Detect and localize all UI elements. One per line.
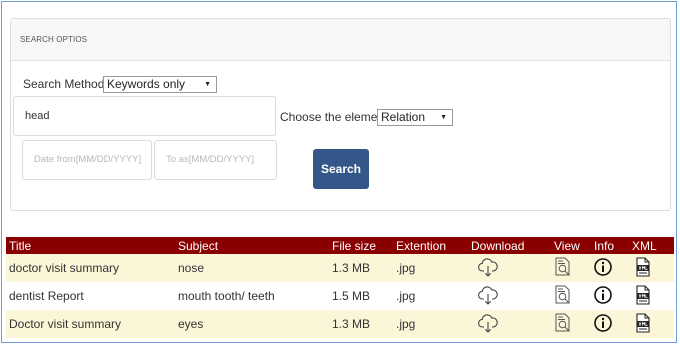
cloud-download-icon[interactable] [477, 284, 499, 306]
table-row: doctor visit summary nose 1.3 MB .jpg [6, 254, 674, 282]
header-view: View [551, 237, 591, 254]
cell-extension: .jpg [393, 310, 468, 338]
table-row: Doctor visit summary eyes 1.3 MB .jpg [6, 310, 674, 338]
cell-view [551, 282, 591, 310]
cell-download [468, 282, 551, 310]
table-row: dentist Report mouth tooth/ teeth 1.5 MB… [6, 282, 674, 310]
header-subject[interactable]: Subject [175, 237, 329, 254]
cell-view [551, 310, 591, 338]
header-info: Info [591, 237, 629, 254]
cloud-download-icon[interactable] [477, 256, 499, 278]
element-value: Relation [381, 110, 426, 124]
header-extension[interactable]: Extention [393, 237, 468, 254]
document-search-icon[interactable] [553, 312, 573, 334]
keyword-value: head [25, 110, 50, 122]
xml-file-icon[interactable] [635, 312, 651, 333]
cell-extension: .jpg [393, 282, 468, 310]
date-to-input[interactable]: To as[MM/DD/YYYY] [154, 140, 277, 180]
search-button[interactable]: Search [313, 149, 369, 189]
cell-download [468, 310, 551, 338]
cell-file-size: 1.5 MB [329, 282, 393, 310]
cell-title: doctor visit summary [6, 254, 175, 282]
dropdown-arrow-icon: ▼ [440, 114, 447, 121]
header-xml: XML [629, 237, 674, 254]
cell-view [551, 254, 591, 282]
cell-subject: mouth tooth/ teeth [175, 282, 329, 310]
date-from-input[interactable]: Date from[MM/DD/YYYY] [22, 140, 152, 180]
cell-info [591, 310, 629, 338]
choose-element-label: Choose the element: [280, 110, 391, 124]
cell-subject: eyes [175, 310, 329, 338]
search-method-value: Keywords only [107, 77, 186, 91]
results-table: Title Subject File size Extention Downlo… [6, 237, 674, 338]
search-method-label: Search Method [23, 77, 105, 91]
search-method-select[interactable]: Keywords only ▼ [103, 76, 217, 93]
document-search-icon[interactable] [553, 256, 573, 278]
header-file-size[interactable]: File size [329, 237, 393, 254]
keyword-input[interactable]: head [13, 96, 276, 136]
xml-file-icon[interactable] [635, 256, 651, 277]
header-title[interactable]: Title [6, 237, 175, 254]
header-download: Download [468, 237, 551, 254]
panel-title: SEARCH OPTIOS [11, 19, 670, 61]
info-icon[interactable] [593, 257, 613, 277]
info-icon[interactable] [593, 313, 613, 333]
table-header-row: Title Subject File size Extention Downlo… [6, 237, 674, 254]
cell-title: dentist Report [6, 282, 175, 310]
cell-xml [629, 282, 674, 310]
cell-xml [629, 310, 674, 338]
cell-info [591, 254, 629, 282]
xml-file-icon[interactable] [635, 284, 651, 305]
element-select[interactable]: Relation ▼ [377, 109, 453, 126]
cloud-download-icon[interactable] [477, 312, 499, 334]
cell-subject: nose [175, 254, 329, 282]
cell-extension: .jpg [393, 254, 468, 282]
dropdown-arrow-icon: ▼ [204, 81, 211, 88]
document-search-icon[interactable] [553, 284, 573, 306]
cell-title: Doctor visit summary [6, 310, 175, 338]
info-icon[interactable] [593, 285, 613, 305]
cell-file-size: 1.3 MB [329, 254, 393, 282]
cell-download [468, 254, 551, 282]
cell-info [591, 282, 629, 310]
cell-xml [629, 254, 674, 282]
cell-file-size: 1.3 MB [329, 310, 393, 338]
